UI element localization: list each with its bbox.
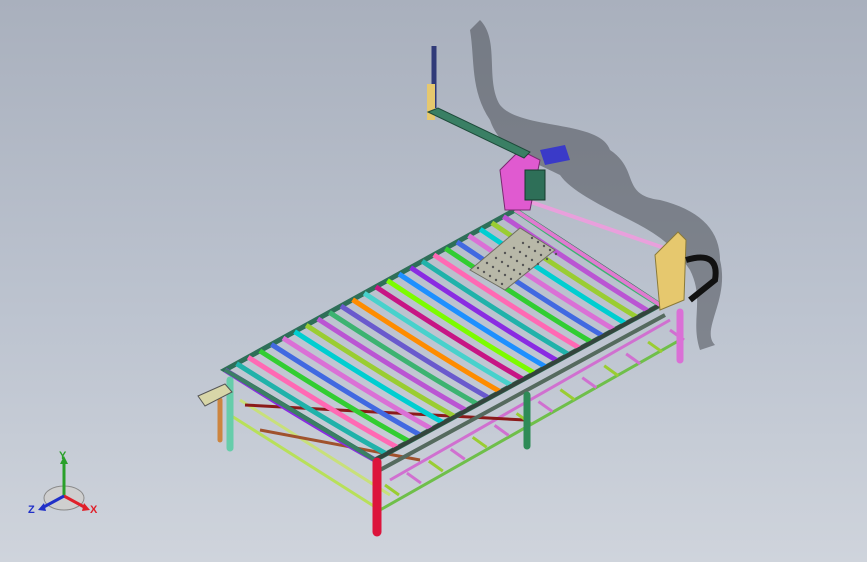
plate-hole (482, 270, 486, 274)
plate-hole (512, 246, 516, 250)
plate-hole (500, 282, 504, 286)
plate-hole (491, 265, 495, 269)
lower-slat (603, 364, 620, 377)
plate-hole (500, 260, 504, 264)
plate-hole (509, 277, 513, 281)
plate-hole (518, 272, 522, 276)
plate-hole (488, 274, 492, 278)
plate-hole (527, 267, 531, 271)
plate-hole (509, 255, 513, 259)
axis-triad[interactable]: Y X Z (24, 448, 104, 522)
plate-hole (524, 254, 528, 258)
cnc-table-model[interactable] (0, 0, 867, 562)
plate-hole (548, 248, 552, 252)
plate-hole (476, 266, 480, 270)
plate-hole (494, 278, 498, 282)
plate-hole (536, 240, 540, 244)
y-axis-label: Y (59, 450, 67, 462)
plate-hole (539, 253, 543, 257)
lower-slat (581, 376, 598, 389)
plate-hole (506, 264, 510, 268)
plate-hole (518, 250, 522, 254)
plate-hole (530, 258, 534, 262)
plate-hole (530, 236, 534, 240)
plate-hole (503, 273, 507, 277)
lower-slat (406, 471, 422, 485)
lower-slat (559, 388, 576, 401)
plate-hole (527, 245, 531, 249)
plate-hole (485, 261, 489, 265)
plate-hole (494, 256, 498, 260)
lower-slat (471, 436, 488, 449)
perforated-plate (469, 227, 558, 291)
plate-hole (515, 259, 519, 263)
x-axis-arrow-icon (82, 503, 90, 511)
lower-slat (537, 400, 554, 413)
x-axis-label: X (90, 504, 98, 516)
lower-slat (647, 340, 663, 354)
lower-slat (449, 448, 466, 461)
plate-hole (497, 269, 501, 273)
z-axis-label: Z (28, 504, 35, 516)
graphics-viewport[interactable]: Y X Z (0, 0, 867, 562)
plate-hole (521, 263, 525, 267)
plate-hole (521, 241, 525, 245)
plate-hole (545, 257, 549, 261)
lower-slat (427, 459, 444, 473)
plate-hole (533, 249, 537, 253)
plate-hole (542, 244, 546, 248)
plate-hole (536, 262, 540, 266)
plate-hole (554, 252, 558, 256)
plate-hole (512, 268, 516, 272)
lower-slat (493, 424, 510, 437)
lower-slat (625, 352, 642, 366)
z-axis-arrow-icon (38, 503, 46, 511)
plate-hole (503, 251, 507, 255)
